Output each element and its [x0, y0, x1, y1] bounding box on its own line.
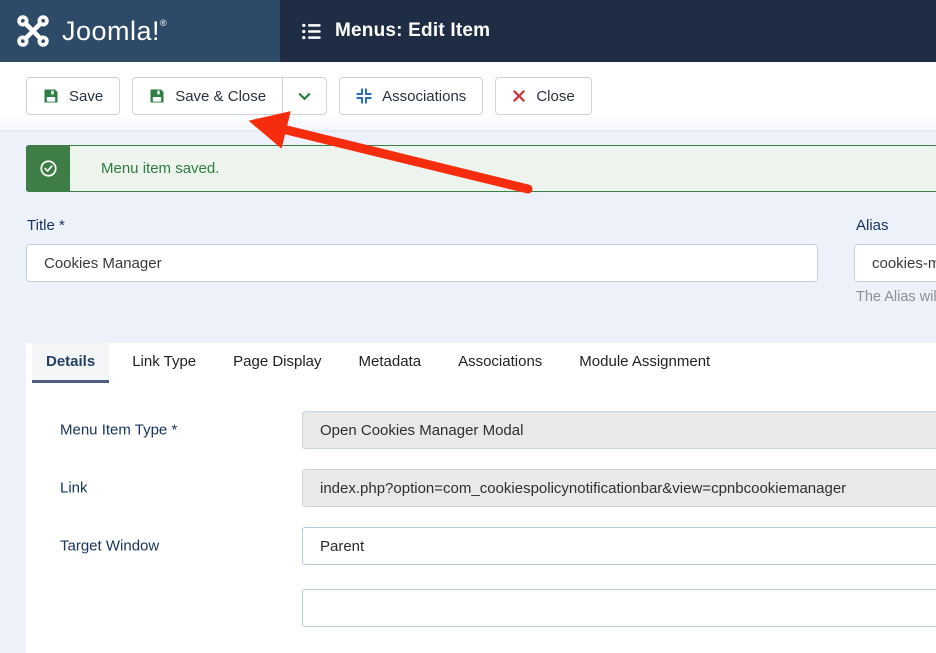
alert-message: Menu item saved.	[101, 160, 220, 177]
link-field: index.php?option=com_cookiespolicynotifi…	[302, 469, 936, 507]
next-field-row	[26, 589, 936, 627]
menu-item-type-row: Menu Item Type * Open Cookies Manager Mo…	[26, 411, 936, 449]
associations-compress-icon	[356, 88, 372, 104]
save-button-label: Save	[69, 87, 104, 105]
save-floppy-icon	[43, 88, 59, 104]
alias-help-text: The Alias will	[856, 289, 936, 305]
menu-item-type-field: Open Cookies Manager Modal	[302, 411, 936, 449]
associations-button-label: Associations	[382, 87, 467, 105]
alert-badge	[26, 145, 70, 192]
link-row: Link index.php?option=com_cookiespolicyn…	[26, 469, 936, 507]
joomla-logo-icon	[15, 13, 51, 49]
save-floppy-icon	[149, 88, 165, 104]
edit-item-card: Details Link Type Page Display Metadata …	[26, 343, 936, 653]
chevron-down-icon	[297, 89, 312, 104]
save-button[interactable]: Save	[26, 77, 121, 115]
check-circle-icon	[39, 159, 58, 178]
admin-header: Joomla!® Menus: Edit Item	[0, 0, 936, 62]
target-window-select[interactable]: Parent	[302, 527, 936, 565]
menu-list-icon	[301, 21, 322, 42]
close-x-icon	[512, 89, 526, 103]
registered-mark: ®	[160, 17, 168, 28]
next-field-partial[interactable]	[302, 589, 936, 627]
page-title: Menus: Edit Item	[335, 20, 491, 41]
tab-page-display[interactable]: Page Display	[219, 343, 335, 383]
tab-details[interactable]: Details	[32, 343, 110, 383]
joomla-brand[interactable]: Joomla!®	[0, 0, 280, 62]
link-label: Link	[60, 479, 88, 497]
tab-metadata[interactable]: Metadata	[345, 343, 436, 383]
save-close-button-group: Save & Close	[132, 77, 328, 115]
close-button[interactable]: Close	[495, 77, 592, 115]
alias-input[interactable]	[854, 244, 936, 282]
save-options-dropdown-toggle[interactable]	[282, 77, 328, 115]
success-alert: Menu item saved.	[26, 145, 936, 192]
title-label: Title *	[27, 217, 65, 234]
toolbar: Save Save & Close Associations Close	[0, 62, 936, 130]
tab-associations[interactable]: Associations	[444, 343, 556, 383]
target-window-row: Target Window Parent	[26, 527, 936, 565]
associations-button[interactable]: Associations	[339, 77, 484, 115]
title-input[interactable]	[26, 244, 818, 282]
brand-wordmark: Joomla!®	[62, 15, 168, 46]
page-title-bar: Menus: Edit Item	[280, 0, 936, 62]
close-button-label: Close	[536, 87, 575, 105]
tab-link-type[interactable]: Link Type	[118, 343, 210, 383]
alias-label: Alias	[856, 217, 889, 234]
save-and-close-button[interactable]: Save & Close	[132, 77, 283, 115]
tab-module-assignment[interactable]: Module Assignment	[565, 343, 724, 383]
menu-item-type-label: Menu Item Type *	[60, 421, 178, 439]
save-and-close-label: Save & Close	[175, 87, 267, 105]
target-window-label: Target Window	[60, 537, 160, 555]
tab-bar: Details Link Type Page Display Metadata …	[26, 343, 936, 383]
